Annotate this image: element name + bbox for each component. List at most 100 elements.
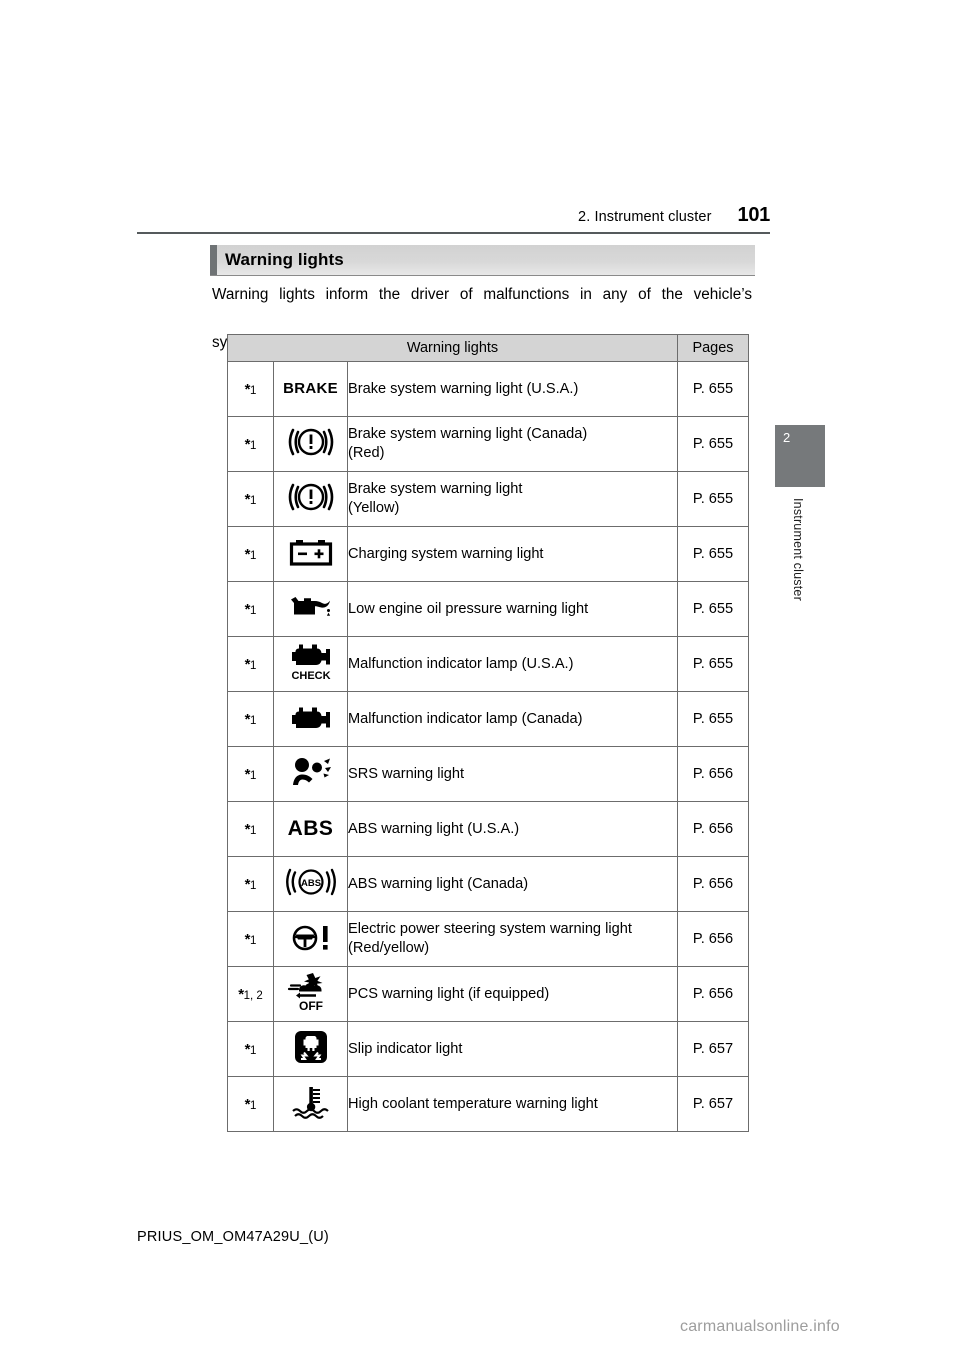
brake-circle-icon [273,416,348,472]
table-row: *1 Malfunction indicator lamp (Canada) P. … [227,691,749,747]
footnote-marker: *1 [227,801,274,857]
page-reference[interactable]: P. 656 [677,746,749,802]
power-steering-icon [273,911,348,967]
warning-light-description: Malfunction indicator lamp (Canada) [347,691,678,747]
abs-circle-icon-glyph: ABS [284,866,338,898]
warning-light-description: SRS warning light [347,746,678,802]
page-reference[interactable]: P. 656 [677,801,749,857]
page-reference[interactable]: P. 655 [677,361,749,417]
warning-light-description: Malfunction indicator lamp (U.S.A.) [347,636,678,692]
table-row: *1 CHECK Malfunction indicator lamp (U.S.A… [227,636,749,692]
table-row: *1 Low engine oil pressure warning light P… [227,581,749,637]
footnote-marker: *1 [227,1021,274,1077]
intro-line-1: Warning lights inform the driver of malf… [212,286,752,303]
footer-document-code: PRIUS_OM_OM47A29U_(U) [137,1229,329,1245]
svg-text:CHECK: CHECK [291,670,330,682]
warning-lights-table: Warning lights Pages *1 BRAKE Brake system… [227,334,749,1132]
chapter-tab-label: Instrument cluster [791,498,805,601]
footnote-marker: *1 [227,526,274,582]
slip-indicator-icon-glyph [294,1030,328,1064]
page-reference[interactable]: P. 655 [677,471,749,527]
column-header-pages: Pages [677,334,749,362]
page-reference[interactable]: P. 656 [677,856,749,912]
slip-indicator-icon [273,1021,348,1077]
footnote-marker: *1 [227,471,274,527]
table-body: *1 BRAKE Brake system warning light (U.S.A… [227,361,749,1132]
page-header: 2. Instrument cluster 101 [137,204,770,227]
table-row: *1 Slip indicator light P. 657 [227,1021,749,1077]
page-reference[interactable]: P. 655 [677,691,749,747]
table-row: *1 SRS warning light P. 656 [227,746,749,802]
page-reference[interactable]: P. 655 [677,416,749,472]
section-title-bar: Warning lights [210,245,755,275]
footnote-marker: *1 [227,636,274,692]
footnote-marker: *1 [227,416,274,472]
section-title-underline [210,275,755,276]
brake-text-icon: BRAKE [273,361,348,417]
footnote-marker: *1 [227,856,274,912]
warning-light-description: ABS warning light (Canada) [347,856,678,912]
warning-light-description: Brake system warning light (Yellow) [347,471,678,527]
header-divider [137,232,770,234]
page-reference[interactable]: P. 656 [677,966,749,1022]
check-engine-check-icon-glyph: CHECK [290,642,332,682]
footnote-marker: *1 [227,691,274,747]
abs-text-icon: ABS [273,801,348,857]
brake-icon-label: BRAKE [283,380,338,397]
brake-circle-icon-glyph [285,480,337,514]
svg-text:OFF: OFF [299,999,323,1012]
page-reference[interactable]: P. 655 [677,636,749,692]
abs-circle-icon: ABS [273,856,348,912]
warning-light-description: Brake system warning light (Canada) (Red) [347,416,678,472]
page-reference[interactable]: P. 656 [677,911,749,967]
footnote-marker: *1 [227,1076,274,1132]
table-row: *1 High coolant temperature warning light… [227,1076,749,1132]
check-engine-check-icon: CHECK [273,636,348,692]
table-header-row: Warning lights Pages [227,334,749,362]
table-row: *1 ABS ABS warning light (U.S.A.) P. 656 [227,801,749,857]
table-row: *1 BRAKE Brake system warning light (U.S.A… [227,361,749,417]
table-row: *1 ABS ABS warning light (Canada) P. 656 [227,856,749,912]
page-reference[interactable]: P. 657 [677,1076,749,1132]
warning-light-description: ABS warning light (U.S.A.) [347,801,678,857]
check-engine-icon-glyph [290,703,332,731]
table-row: *1 Charging system warning light P. 655 [227,526,749,582]
battery-charging-icon [273,526,348,582]
battery-charging-icon-glyph [289,538,333,566]
warning-light-description: Electric power steering system warning l… [347,911,678,967]
power-steering-icon-glyph [289,923,333,951]
header-chapter-title: 2. Instrument cluster [578,209,712,225]
footnote-marker: *1 [227,581,274,637]
page-number: 101 [737,204,771,226]
warning-light-description: Brake system warning light (U.S.A.) [347,361,678,417]
srs-airbag-icon [273,746,348,802]
pcs-off-icon-glyph: OFF [287,972,335,1012]
check-engine-icon [273,691,348,747]
oil-can-icon [273,581,348,637]
page-reference[interactable]: P. 655 [677,526,749,582]
table-row: *1 Electric power steering system warning… [227,911,749,967]
coolant-temperature-icon [273,1076,348,1132]
footnote-marker: *1, 2 [227,966,274,1022]
footnote-marker: *1 [227,911,274,967]
page-title: Warning lights [225,250,344,269]
column-header-warning-lights: Warning lights [227,334,678,362]
warning-light-description: PCS warning light (if equipped) [347,966,678,1022]
chapter-tab-number: 2 [775,425,825,487]
warning-light-description: High coolant temperature warning light [347,1076,678,1132]
watermark-text: carmanualsonline.info [680,1318,840,1335]
oil-can-icon-glyph [288,594,334,620]
table-row: *1, 2 OFF PCS warning light (if equipped) P… [227,966,749,1022]
page-reference[interactable]: P. 657 [677,1021,749,1077]
brake-circle-icon [273,471,348,527]
page-reference[interactable]: P. 655 [677,581,749,637]
footnote-marker: *1 [227,746,274,802]
section-accent-marker [210,245,217,275]
abs-icon-label: ABS [287,817,334,840]
warning-light-description: Slip indicator light [347,1021,678,1077]
svg-text:ABS: ABS [300,878,320,889]
coolant-temperature-icon-glyph [289,1085,333,1119]
warning-light-description: Low engine oil pressure warning light [347,581,678,637]
srs-airbag-icon-glyph [289,756,333,788]
brake-circle-icon-glyph [285,425,337,459]
